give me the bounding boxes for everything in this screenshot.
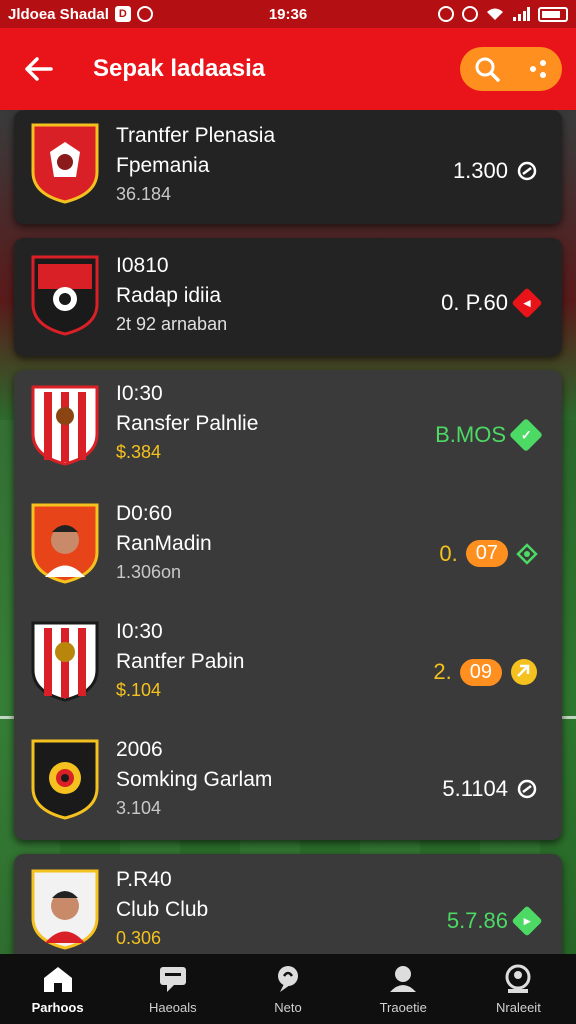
item-title: Trantfer Plenasia bbox=[116, 124, 276, 147]
clock: 19:36 bbox=[268, 5, 308, 23]
back-button[interactable] bbox=[18, 49, 58, 89]
search-icon[interactable] bbox=[473, 55, 501, 83]
item-title: 2006 bbox=[116, 738, 163, 761]
item-title: I0810 bbox=[116, 254, 169, 277]
item-meta: $.384 bbox=[116, 442, 162, 462]
location-icon bbox=[462, 6, 478, 22]
notification-icon: D bbox=[114, 6, 131, 22]
item-value-pill: 09 bbox=[459, 658, 502, 686]
sync-icon bbox=[136, 6, 153, 22]
list-item[interactable]: I0:30 Ransfer Palnlie $.384 B.MOS ✓ bbox=[14, 370, 562, 488]
list-item[interactable]: D0:60 RanMadin 1.306on 0. 07 bbox=[14, 488, 562, 606]
item-title: I0:30 bbox=[116, 382, 163, 405]
profile-icon bbox=[505, 964, 531, 993]
nav-item-news[interactable]: Neto bbox=[230, 954, 345, 1024]
item-meta: 2t 92 arnaban bbox=[116, 314, 228, 334]
signal-icon bbox=[513, 7, 530, 21]
item-subtitle: Fpemania bbox=[116, 154, 210, 177]
item-meta: $.104 bbox=[116, 680, 162, 700]
trend-down-icon: ◂ bbox=[511, 287, 543, 319]
item-title: P.R40 bbox=[116, 868, 172, 891]
club-crest-icon bbox=[31, 255, 99, 336]
club-crest-icon bbox=[31, 869, 99, 950]
list-item[interactable]: I0:30 Rantfer Pabin $.104 2. 09 bbox=[14, 606, 562, 724]
status-bar: Jldoea Shadal D 19:36 bbox=[0, 0, 576, 28]
news-icon bbox=[278, 965, 298, 992]
item-value-text: 1.300 bbox=[452, 158, 508, 183]
item-value: 5.7.86 ▸ bbox=[446, 905, 543, 937]
item-value: 1.300 bbox=[453, 158, 538, 184]
item-value: B.MOS ✓ bbox=[435, 418, 543, 452]
item-value-prefix: 2. bbox=[433, 659, 452, 684]
more-options-icon[interactable] bbox=[526, 57, 550, 81]
nav-label: Traoetie bbox=[379, 999, 427, 1015]
item-value: 5.1104 bbox=[442, 776, 538, 802]
club-crest-icon bbox=[31, 621, 99, 702]
item-subtitle: Rantfer Pabin bbox=[116, 650, 245, 673]
status-circle-icon bbox=[517, 161, 537, 181]
chat-icon bbox=[159, 966, 186, 992]
nav-item-person[interactable]: Traoetie bbox=[346, 954, 461, 1024]
item-value-text: 5.1104 bbox=[442, 776, 508, 801]
nav-label: Parhoos bbox=[31, 999, 84, 1015]
item-value-text: 5.7.86 bbox=[446, 908, 508, 933]
list-card: Trantfer Plenasia Fpemania 36.184 1.300 bbox=[14, 110, 562, 224]
item-subtitle: Ransfer Palnlie bbox=[116, 412, 259, 435]
nav-label: Haeoals bbox=[148, 999, 197, 1015]
carrier-label: Jldoea Shadal bbox=[8, 5, 109, 23]
list-card: P.R40 Club Club 0.306 5.7.86 ▸ bbox=[14, 854, 562, 954]
alarm-icon bbox=[438, 6, 454, 22]
item-title: D0:60 bbox=[116, 502, 173, 525]
club-crest-icon bbox=[31, 385, 99, 466]
list-item[interactable]: 2006 Somking Garlam 3.104 5.1104 bbox=[14, 724, 562, 842]
page-title: Sepak ladaasia bbox=[93, 55, 266, 82]
item-meta: 0.306 bbox=[116, 928, 162, 948]
item-meta: 3.104 bbox=[116, 798, 162, 818]
item-value: 0. P.60 ◂ bbox=[441, 287, 543, 319]
battery-icon bbox=[538, 6, 568, 22]
transfer-list[interactable]: Trantfer Plenasia Fpemania 36.184 1.300 … bbox=[0, 110, 576, 954]
item-subtitle: Radap idiia bbox=[116, 284, 222, 307]
item-subtitle: RanMadin bbox=[116, 532, 212, 555]
bottom-nav: Parhoos Haeoals Neto Traoetie Nraleeit bbox=[0, 954, 576, 1024]
back-arrow-icon bbox=[25, 57, 53, 81]
item-value: 2. 09 bbox=[433, 658, 538, 686]
move-icon bbox=[516, 542, 538, 565]
item-value: 0. 07 bbox=[439, 540, 538, 567]
home-icon bbox=[43, 966, 72, 992]
trend-up-icon: ▸ bbox=[511, 905, 543, 937]
wifi-icon bbox=[487, 8, 503, 20]
item-value-text: B.MOS bbox=[435, 422, 506, 447]
club-crest-icon bbox=[31, 503, 99, 584]
edit-icon bbox=[511, 659, 537, 685]
list-item[interactable]: I0810 Radap idiia 2t 92 arnaban 0. P.60 … bbox=[14, 238, 562, 356]
nav-label: Nraleeit bbox=[496, 999, 541, 1015]
item-value-text: 0. P.60 bbox=[441, 290, 508, 315]
nav-item-profile[interactable]: Nraleeit bbox=[461, 954, 576, 1024]
action-group bbox=[460, 47, 562, 91]
club-crest-icon bbox=[31, 739, 99, 820]
app-bar: Sepak ladaasia bbox=[0, 28, 576, 110]
item-title: I0:30 bbox=[116, 620, 163, 643]
item-meta: 36.184 bbox=[116, 184, 172, 204]
item-subtitle: Club Club bbox=[116, 898, 209, 921]
nav-item-home[interactable]: Parhoos bbox=[0, 954, 115, 1024]
list-card: I0:30 Ransfer Palnlie $.384 B.MOS ✓ D0:6… bbox=[14, 370, 562, 840]
item-subtitle: Somking Garlam bbox=[116, 768, 273, 791]
list-item[interactable]: Trantfer Plenasia Fpemania 36.184 1.300 bbox=[14, 110, 562, 228]
status-circle-icon bbox=[517, 779, 537, 799]
nav-item-chat[interactable]: Haeoals bbox=[115, 954, 230, 1024]
item-value-pill: 07 bbox=[465, 540, 508, 567]
nav-label: Neto bbox=[274, 999, 302, 1015]
item-value-prefix: 0. bbox=[439, 540, 458, 566]
person-icon bbox=[390, 965, 417, 992]
list-card: I0810 Radap idiia 2t 92 arnaban 0. P.60 … bbox=[14, 238, 562, 356]
list-item[interactable]: P.R40 Club Club 0.306 5.7.86 ▸ bbox=[14, 854, 562, 954]
check-icon: ✓ bbox=[509, 418, 543, 452]
item-meta: 1.306on bbox=[116, 562, 182, 582]
club-crest-icon bbox=[31, 123, 99, 204]
